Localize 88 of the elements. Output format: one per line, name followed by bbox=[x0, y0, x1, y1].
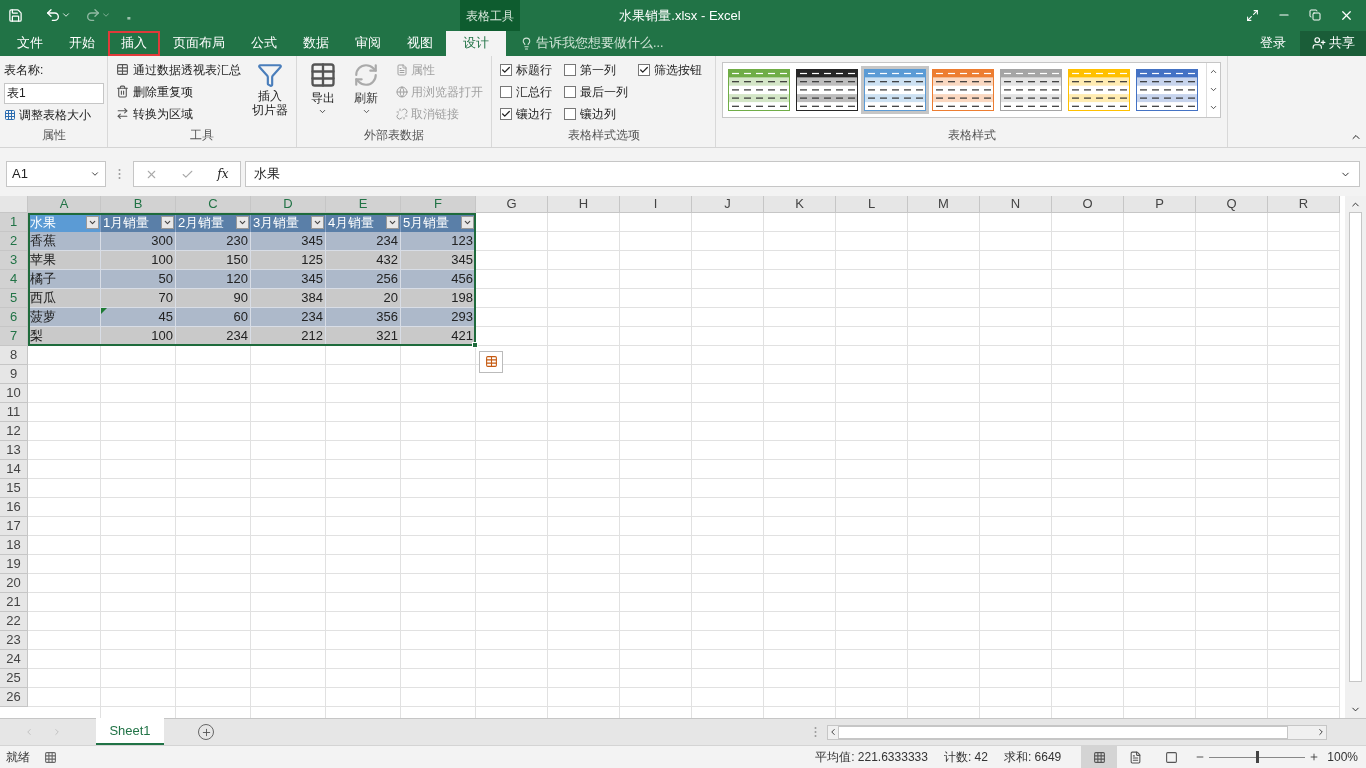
ribbon-command[interactable]: 删除重复项 bbox=[116, 82, 246, 101]
filter-button[interactable] bbox=[461, 215, 474, 229]
page-icon bbox=[1128, 750, 1142, 764]
checkbox[interactable]: 筛选按钮 bbox=[638, 60, 718, 79]
lightbulb-icon bbox=[520, 36, 533, 50]
check-icon bbox=[639, 64, 649, 75]
ribbon-tab[interactable]: 视图 bbox=[394, 30, 446, 56]
checkbox[interactable]: 镶边行 bbox=[500, 104, 564, 123]
scroll-thumb[interactable] bbox=[1349, 211, 1362, 682]
ribbon-command[interactable]: 转换为区域 bbox=[116, 104, 246, 123]
arrows-icon bbox=[116, 107, 129, 121]
checkbox[interactable]: 标题行 bbox=[500, 60, 564, 79]
table-name-label: 表名称: bbox=[4, 61, 45, 79]
group-label: 表格样式 bbox=[947, 127, 996, 145]
sheet-tab[interactable]: Sheet1 bbox=[96, 718, 164, 745]
unlink-icon bbox=[396, 107, 408, 120]
ribbon-tab[interactable]: 公式 bbox=[238, 30, 290, 56]
share-button[interactable]: 共享 bbox=[1300, 30, 1366, 56]
count-text: 计数: 42 bbox=[943, 749, 988, 766]
checkbox[interactable]: 最后一列 bbox=[564, 82, 638, 101]
filter-button[interactable] bbox=[386, 215, 399, 229]
grid-icon bbox=[4, 108, 16, 121]
quick-analysis-button[interactable] bbox=[479, 350, 503, 373]
checkbox[interactable]: 镶边列 bbox=[564, 104, 638, 123]
undo-icon[interactable] bbox=[45, 7, 61, 24]
filter-button[interactable] bbox=[236, 215, 249, 229]
name-box[interactable]: A1 bbox=[6, 161, 106, 188]
macro-recording-icon[interactable] bbox=[44, 750, 57, 764]
plus-icon bbox=[200, 726, 212, 738]
scroll-left-icon[interactable] bbox=[828, 727, 838, 737]
ribbon-tab[interactable]: 开始 bbox=[56, 30, 108, 56]
insert-function-button[interactable]: fx bbox=[217, 165, 229, 184]
ribbon-tab[interactable]: 页面布局 bbox=[160, 30, 238, 56]
error-indicator-icon bbox=[101, 307, 107, 314]
zoom-level[interactable]: 100% bbox=[1327, 748, 1358, 766]
square-icon bbox=[1164, 750, 1178, 764]
grid-icon bbox=[1092, 750, 1106, 764]
check-icon bbox=[501, 108, 511, 119]
zoom-slider[interactable] bbox=[1209, 751, 1306, 763]
tell-me-field[interactable]: 告诉我您想要做什么... bbox=[536, 33, 664, 53]
ribbon-tab[interactable]: 插入 bbox=[108, 30, 160, 56]
status-text: 就绪 bbox=[6, 749, 30, 766]
scroll-right-icon[interactable] bbox=[1316, 727, 1326, 737]
ribbon-tab[interactable]: 审阅 bbox=[342, 30, 394, 56]
ribbon-display-options-icon[interactable] bbox=[1246, 8, 1259, 22]
formula-field[interactable]: 水果 bbox=[245, 161, 1360, 188]
checkbox[interactable]: 第一列 bbox=[564, 60, 638, 79]
ribbon-tab[interactable]: 设计 bbox=[446, 30, 506, 56]
trash-icon bbox=[116, 85, 129, 99]
filter-button[interactable] bbox=[311, 215, 324, 229]
group-label: 外部表数据 bbox=[364, 127, 424, 145]
save-icon[interactable] bbox=[8, 7, 23, 23]
check-icon bbox=[501, 64, 511, 75]
filter-button[interactable] bbox=[161, 215, 174, 229]
table-style-thumbnail[interactable] bbox=[861, 65, 929, 114]
insert-slicer-button[interactable]: 插入 切片器 bbox=[252, 60, 288, 123]
zoom-in-icon[interactable] bbox=[1309, 752, 1320, 762]
checkbox[interactable]: 汇总行 bbox=[500, 82, 564, 101]
group-label: 表格样式选项 bbox=[567, 127, 640, 145]
sum-text: 求和: 6649 bbox=[1003, 749, 1062, 766]
grip-icon[interactable] bbox=[814, 726, 817, 738]
view-button[interactable] bbox=[1081, 746, 1118, 768]
restore-icon[interactable] bbox=[1309, 9, 1321, 22]
ribbon-command[interactable]: 通过数据透视表汇总 bbox=[116, 60, 246, 79]
average-text: 平均值: 221.6333333 bbox=[815, 749, 928, 766]
table-icon bbox=[308, 60, 337, 89]
group-label: 属性 bbox=[41, 127, 66, 145]
ribbon-tab[interactable]: 数据 bbox=[290, 30, 342, 56]
user-plus-icon bbox=[1311, 36, 1326, 51]
group-label: 工具 bbox=[190, 127, 214, 145]
resize-table-button[interactable]: 调整表格大小 bbox=[4, 105, 103, 124]
contextual-tab-group-label: 表格工具 bbox=[460, 0, 520, 31]
table-icon bbox=[484, 355, 498, 369]
slider-thumb[interactable] bbox=[1255, 751, 1259, 763]
table-name-field[interactable]: 表1 bbox=[4, 82, 104, 104]
globe-icon bbox=[396, 85, 408, 98]
ribbon-tab[interactable]: 文件 bbox=[4, 30, 56, 56]
window-title: 水果销量.xlsx - Excel bbox=[618, 6, 742, 25]
document-icon bbox=[396, 63, 408, 76]
filter-button[interactable] bbox=[86, 215, 99, 229]
sign-in-link[interactable]: 登录 bbox=[1260, 30, 1286, 56]
scroll-thumb[interactable] bbox=[838, 725, 1288, 739]
pivot-table-icon bbox=[116, 63, 129, 77]
customize-quick-access-button[interactable]: ₌ bbox=[127, 7, 131, 24]
export-button[interactable]: 导出 bbox=[305, 60, 341, 123]
resize-handle[interactable] bbox=[472, 341, 478, 348]
grip-icon[interactable] bbox=[118, 168, 121, 181]
refresh-button[interactable]: 刷新 bbox=[348, 60, 384, 123]
